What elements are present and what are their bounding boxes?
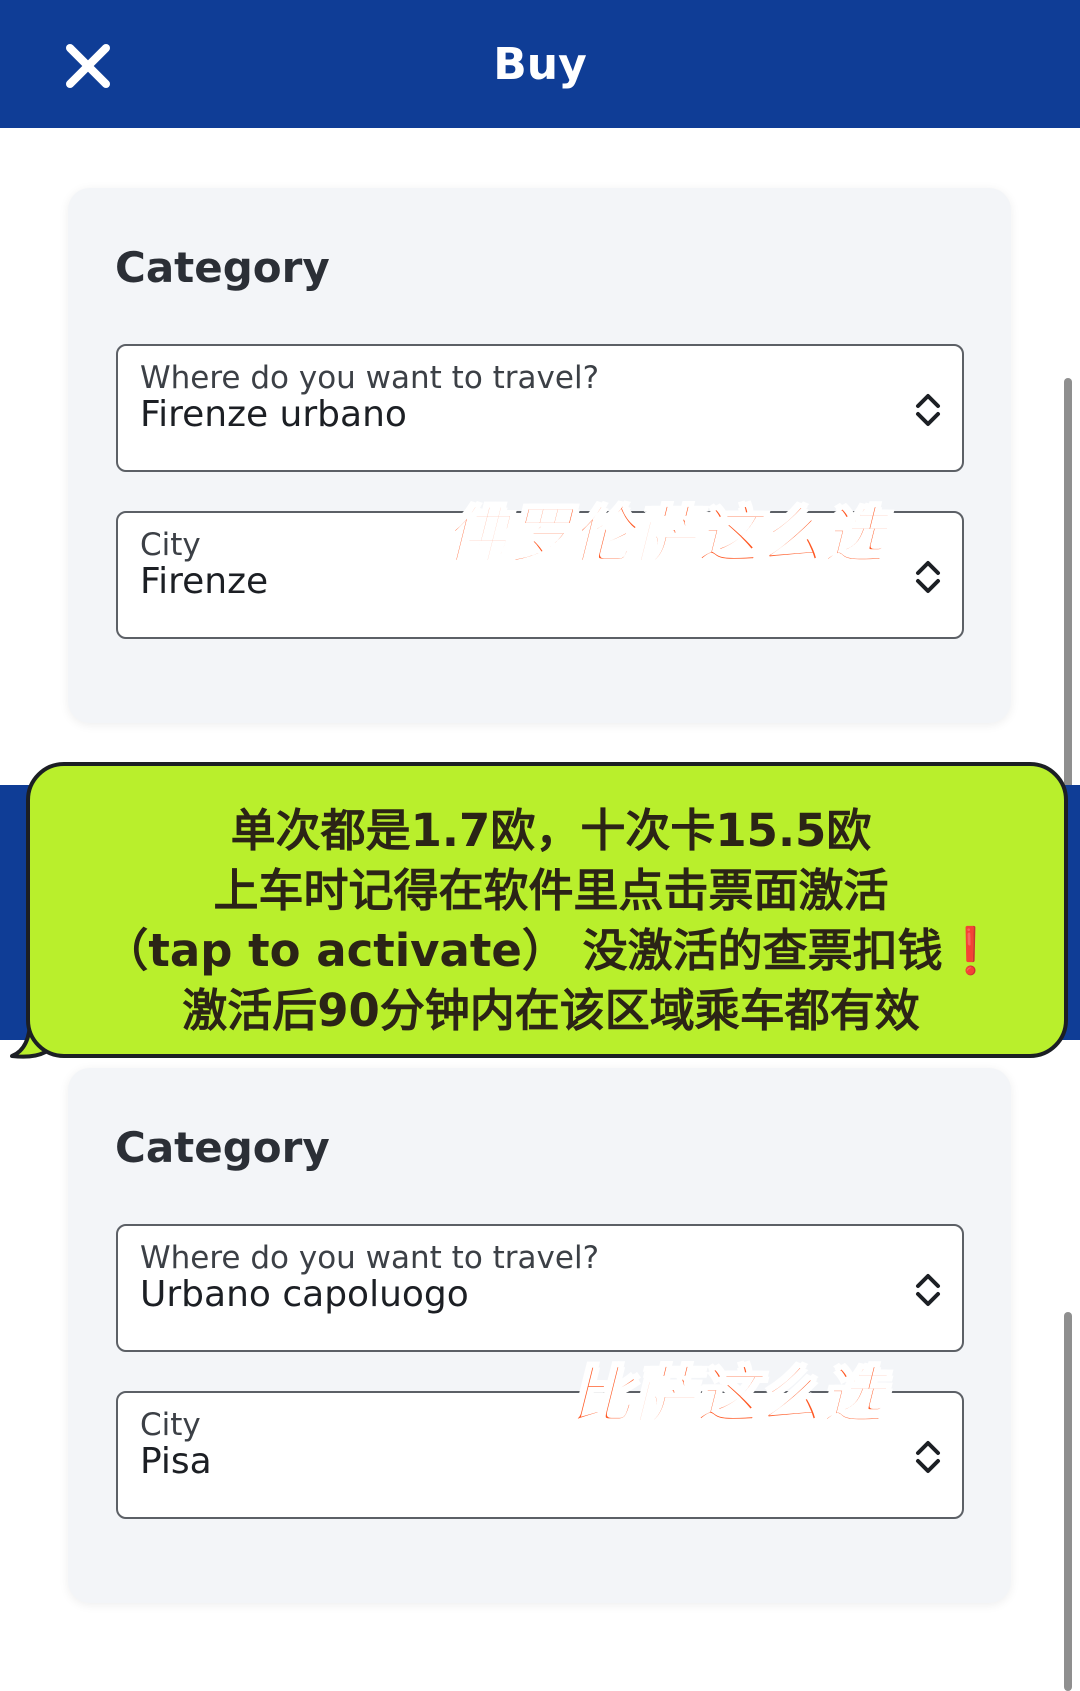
chevron-updown-icon bbox=[916, 394, 940, 426]
bubble-line-activate: 上车时记得在软件里点击票面激活 bbox=[213, 864, 889, 917]
travel-select-value: Firenze urbano bbox=[140, 394, 407, 435]
category-card-firenze: Category Where do you want to travel? Fi… bbox=[68, 188, 1011, 723]
annotation-pisa: 比萨这么选 bbox=[569, 1358, 886, 1433]
city-select-value: Firenze bbox=[140, 561, 269, 602]
close-button[interactable] bbox=[60, 38, 116, 94]
scrollbar-upper[interactable] bbox=[1064, 378, 1072, 798]
category-heading: Category bbox=[115, 1123, 330, 1172]
top-app-bar: Buy bbox=[0, 0, 1080, 128]
bubble-line-validity: 激活后90分钟内在该区域乘车都有效 bbox=[182, 984, 920, 1037]
exclamation-icon: ❗ bbox=[942, 924, 999, 977]
page-title: Buy bbox=[493, 38, 587, 90]
chevron-updown-icon bbox=[916, 1274, 940, 1306]
travel-select[interactable]: Where do you want to travel? Urbano capo… bbox=[116, 1224, 964, 1352]
category-card-pisa: Category Where do you want to travel? Ur… bbox=[68, 1068, 1011, 1603]
close-icon bbox=[66, 44, 110, 88]
travel-select-label: Where do you want to travel? bbox=[140, 360, 600, 396]
city-select-value: Pisa bbox=[140, 1441, 212, 1482]
speech-bubble: 单次都是1.7欧，十次卡15.5欧 上车时记得在软件里点击票面激活 （tap t… bbox=[26, 762, 1068, 1058]
chevron-updown-icon bbox=[916, 1441, 940, 1473]
travel-select-value: Urbano capoluogo bbox=[140, 1274, 469, 1315]
annotation-firenze: 佛罗伦萨这么选 bbox=[444, 498, 887, 573]
scrollbar-lower[interactable] bbox=[1064, 1312, 1072, 1691]
city-select-label: City bbox=[140, 527, 201, 563]
bubble-line-tap-text: （tap to activate） 没激活的查票扣钱 bbox=[103, 924, 943, 977]
city-select-label: City bbox=[140, 1407, 201, 1443]
travel-select-label: Where do you want to travel? bbox=[140, 1240, 600, 1276]
chevron-updown-icon bbox=[916, 561, 940, 593]
travel-select[interactable]: Where do you want to travel? Firenze urb… bbox=[116, 344, 964, 472]
bubble-line-tap: （tap to activate） 没激活的查票扣钱❗ bbox=[30, 914, 1072, 979]
bubble-line-price: 单次都是1.7欧，十次卡15.5欧 bbox=[230, 804, 872, 857]
category-heading: Category bbox=[115, 243, 330, 292]
